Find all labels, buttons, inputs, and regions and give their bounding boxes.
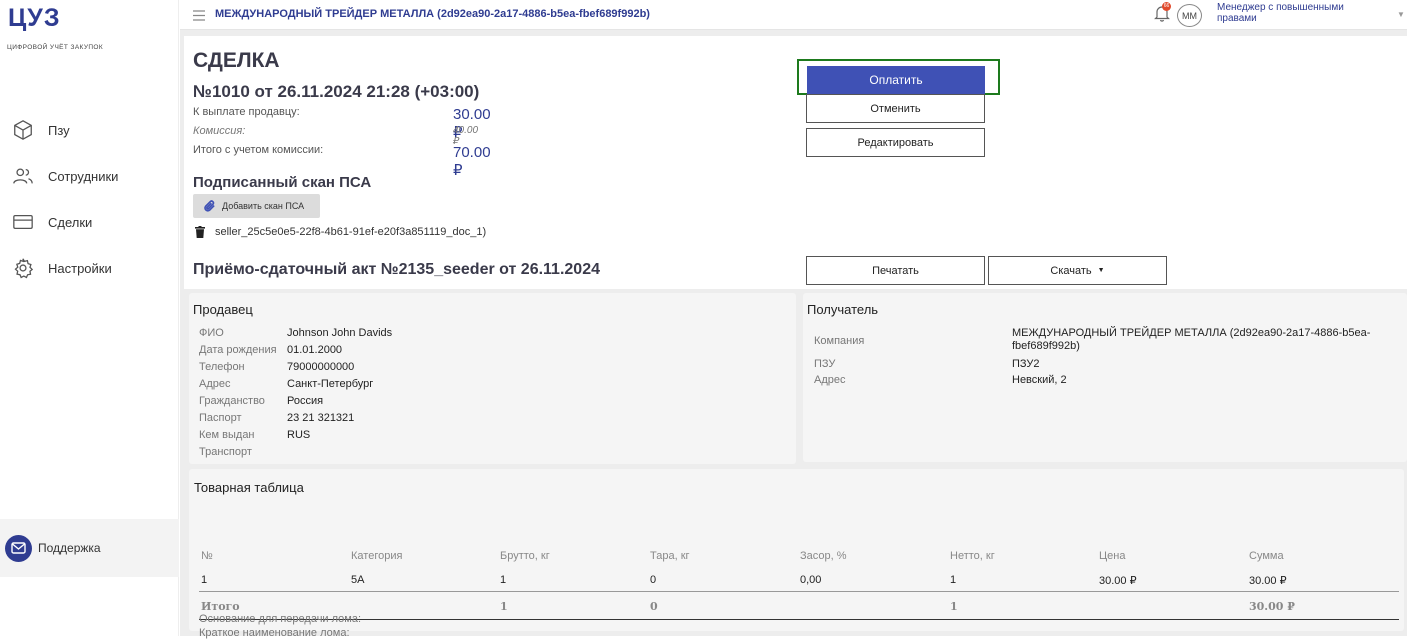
- trash-icon[interactable]: [195, 226, 205, 238]
- notifications-button[interactable]: 66: [1154, 2, 1171, 27]
- company-value: МЕЖДУНАРОДНЫЙ ТРЕЙДЕР МЕТАЛЛА (2d92ea90-…: [1012, 327, 1371, 352]
- total-value: 70.00 ₽: [453, 144, 491, 179]
- support-label: Поддержка: [38, 541, 101, 555]
- seller-field: Телефон 79000000000: [199, 361, 355, 373]
- goods-title: Товарная таблица: [194, 480, 304, 495]
- column-header: Брутто, кг: [500, 550, 550, 562]
- add-scan-label: Добавить скан ПСА: [222, 201, 305, 211]
- cancel-button[interactable]: Отменить: [806, 94, 985, 123]
- total-cell: 1: [950, 600, 958, 613]
- sidebar-item-label: Настройки: [48, 260, 112, 276]
- column-header: №: [201, 550, 213, 562]
- commission-label: Комиссия:: [193, 125, 246, 137]
- deal-panel: СДЕЛКА №1010 от 26.11.2024 21:28 (+03:00…: [184, 36, 1407, 289]
- sidebar-item-label: Пзу: [48, 122, 70, 138]
- support-button[interactable]: Поддержка: [0, 519, 179, 577]
- paperclip-icon: [204, 199, 215, 212]
- app-logo[interactable]: ЦУЗ: [8, 4, 60, 33]
- table-cell: 1: [500, 574, 507, 586]
- seller-field: Адрес Санкт-Петербург: [199, 378, 374, 390]
- sidebar-item-label: Сотрудники: [48, 168, 119, 184]
- divider: [199, 619, 1399, 620]
- seller-card: Продавец ФИО Johnson John Davids Дата рож…: [189, 293, 796, 464]
- column-header: Нетто, кг: [950, 550, 995, 562]
- menu-icon[interactable]: [193, 8, 205, 26]
- column-header: Засор, %: [800, 550, 847, 562]
- table-cell: 30.00 ₽: [1099, 575, 1137, 587]
- main-content: СДЕЛКА №1010 от 26.11.2024 21:28 (+03:00…: [180, 30, 1407, 639]
- company-label: Компания: [814, 335, 865, 347]
- column-header: Сумма: [1249, 550, 1284, 562]
- seller-field: Транспорт: [199, 446, 252, 458]
- table-cell: 0,00: [800, 574, 822, 586]
- user-role[interactable]: Менеджер с повышенными правами: [1217, 2, 1367, 24]
- sidebar-item-pzu[interactable]: Пзу: [12, 118, 70, 142]
- scan-heading: Подписанный скан ПСА: [193, 174, 372, 191]
- sidebar-item-label: Сделки: [48, 214, 93, 230]
- organization-title: МЕЖДУНАРОДНЫЙ ТРЕЙДЕР МЕТАЛЛА (2d92ea90-…: [215, 8, 650, 20]
- total-row: Итого с учетом комиссии: 70.00 ₽: [193, 144, 491, 179]
- total-cell: 30.00 ₽: [1249, 600, 1295, 613]
- add-scan-button[interactable]: Добавить скан ПСА: [193, 194, 320, 218]
- basis-label: Основание для передачи лома:: [199, 613, 362, 625]
- sidebar-item-employees[interactable]: Сотрудники: [12, 164, 118, 188]
- table-cell: 0: [650, 574, 657, 586]
- goods-table-card: Товарная таблица № Категория Брутто, кг …: [189, 469, 1404, 639]
- caret-down-icon: ▼: [1097, 267, 1105, 274]
- download-label: Скачать: [1050, 264, 1092, 277]
- commission-row: Комиссия: 40.00 ₽: [193, 125, 478, 147]
- file-name[interactable]: seller_25c5e0e5-22f8-4b61-91ef-e20f3a851…: [215, 226, 486, 238]
- act-heading: Приёмо-сдаточный акт №2135_seeder от 26.…: [193, 261, 600, 278]
- topbar: МЕЖДУНАРОДНЫЙ ТРЕЙДЕР МЕТАЛЛА (2d92ea90-…: [180, 0, 1407, 30]
- sidebar-item-deals[interactable]: Сделки: [12, 210, 92, 234]
- column-header: Категория: [351, 550, 403, 562]
- divider: [199, 591, 1399, 592]
- edit-button[interactable]: Редактировать: [806, 128, 985, 157]
- attached-file: seller_25c5e0e5-22f8-4b61-91ef-e20f3a851…: [195, 226, 486, 238]
- cube-icon: [14, 120, 32, 140]
- column-header: Цена: [1099, 550, 1126, 562]
- payout-label: К выплате продавцу:: [193, 106, 300, 118]
- receiver-card: Получатель Компания МЕЖДУНАРОДНЫЙ ТРЕЙДЕ…: [803, 293, 1407, 462]
- pzu-label: ПЗУ: [814, 358, 836, 370]
- total-label: Итого с учетом комиссии:: [193, 144, 324, 156]
- table-cell: 1: [201, 574, 208, 586]
- seller-field: Гражданство Россия: [199, 395, 324, 407]
- gear-icon: [14, 258, 34, 279]
- receiver-title: Получатель: [807, 302, 879, 317]
- pay-button[interactable]: Оплатить: [807, 66, 985, 94]
- payout-row: К выплате продавцу: 30.00 ₽: [193, 106, 491, 141]
- short-name-label: Краткое наименование лома:: [199, 627, 350, 639]
- print-button[interactable]: Печатать: [806, 256, 985, 285]
- page-title: СДЕЛКА: [193, 49, 280, 72]
- table-cell: 1: [950, 574, 957, 586]
- column-header: Тара, кг: [650, 550, 690, 562]
- total-cell: 0: [650, 600, 658, 613]
- seller-field: ФИО Johnson John Davids: [199, 327, 393, 339]
- app-logo-subtitle: ЦИФРОВОЙ УЧЁТ ЗАКУПОК: [7, 44, 104, 51]
- avatar[interactable]: ММ: [1177, 4, 1202, 27]
- seller-field: Паспорт 23 21 321321: [199, 412, 355, 424]
- chevron-down-icon[interactable]: ▼: [1397, 10, 1405, 19]
- download-button[interactable]: Скачать ▼: [988, 256, 1167, 285]
- seller-title: Продавец: [193, 302, 253, 317]
- address-label: Адрес: [814, 374, 846, 386]
- total-cell: 1: [500, 600, 508, 613]
- seller-field: Кем выдан RUS: [199, 429, 311, 441]
- users-icon: [13, 168, 33, 184]
- pzu-value: ПЗУ2: [1012, 358, 1040, 370]
- deal-number: №1010 от 26.11.2024 21:28 (+03:00): [193, 82, 480, 101]
- table-cell: 30.00 ₽: [1249, 575, 1287, 587]
- seller-field: Дата рождения 01.01.2000: [199, 344, 343, 356]
- sidebar: ЦУЗ ЦИФРОВОЙ УЧЁТ ЗАКУПОК Пзу Сотрудники…: [0, 0, 179, 636]
- notification-badge: 66: [1162, 2, 1171, 11]
- mail-icon: [5, 534, 32, 562]
- card-icon: [13, 214, 33, 230]
- table-cell: 5А: [351, 574, 365, 586]
- sidebar-item-settings[interactable]: Настройки: [12, 256, 112, 280]
- total-cell: Итого: [201, 600, 240, 613]
- address-value: Невский, 2: [1012, 374, 1067, 386]
